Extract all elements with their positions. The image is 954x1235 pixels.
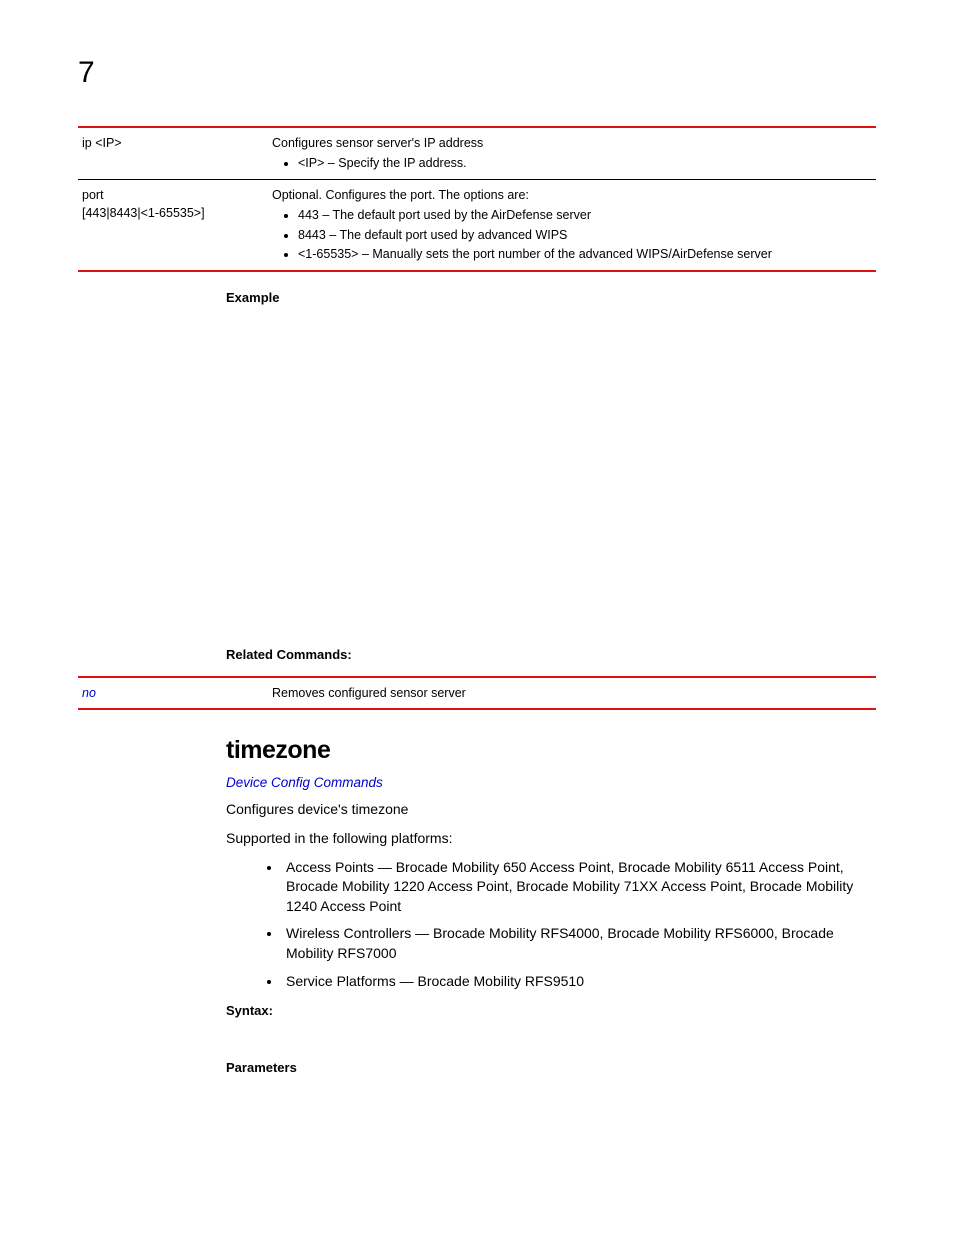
param-name: ip <IP> (78, 127, 268, 180)
param-desc: Optional. Configures the port. The optio… (272, 188, 529, 202)
bullet-item: 8443 – The default port used by advanced… (298, 226, 868, 244)
example-heading: Example (226, 290, 876, 305)
related-cmd-name: no (78, 677, 268, 709)
section-title-timezone: timezone (226, 736, 876, 765)
param-name-line1: port (82, 188, 104, 202)
related-commands-heading: Related Commands: (226, 647, 876, 662)
platform-item: Service Platforms — Brocade Mobility RFS… (282, 972, 876, 992)
param-desc-cell: Configures sensor server's IP address <I… (268, 127, 876, 180)
chapter-number: 7 (78, 56, 876, 90)
section-body: timezone Device Config Commands Configur… (226, 736, 876, 1075)
section-intro: Configures device's timezone (226, 800, 876, 819)
param-name: port [443|8443|<1-65535>] (78, 180, 268, 271)
syntax-heading: Syntax: (226, 1003, 876, 1018)
param-bullets: 443 – The default port used by the AirDe… (272, 206, 868, 262)
section-supported: Supported in the following platforms: (226, 829, 876, 848)
param-desc: Configures sensor server's IP address (272, 136, 483, 150)
parameters-heading: Parameters (226, 1060, 876, 1075)
device-config-commands-link[interactable]: Device Config Commands (226, 775, 876, 790)
platform-list: Access Points — Brocade Mobility 650 Acc… (226, 858, 876, 992)
bullet-item: <IP> – Specify the IP address. (298, 154, 868, 172)
syntax-placeholder (226, 1032, 876, 1052)
param-desc-cell: Optional. Configures the port. The optio… (268, 180, 876, 271)
bullet-item: 443 – The default port used by the AirDe… (298, 206, 868, 224)
platform-item: Access Points — Brocade Mobility 650 Acc… (282, 858, 876, 917)
page: 7 ip <IP> Configures sensor server's IP … (0, 0, 954, 1149)
example-placeholder (226, 319, 876, 639)
related-cmd-desc: Removes configured sensor server (268, 677, 876, 709)
no-command-link[interactable]: no (82, 686, 96, 700)
bullet-item: <1-65535> – Manually sets the port numbe… (298, 245, 868, 263)
platform-item: Wireless Controllers — Brocade Mobility … (282, 924, 876, 963)
param-bullets: <IP> – Specify the IP address. (272, 154, 868, 172)
parameter-table-1: ip <IP> Configures sensor server's IP ad… (78, 126, 876, 272)
param-name-line2: [443|8443|<1-65535>] (82, 206, 205, 220)
content-body: Example Related Commands: (226, 290, 876, 662)
related-commands-table: no Removes configured sensor server (78, 676, 876, 710)
